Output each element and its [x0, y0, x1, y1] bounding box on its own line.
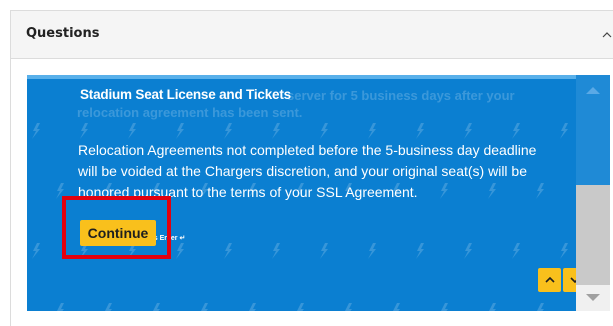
lightning-bolt-icon	[224, 123, 232, 139]
panel-header[interactable]: Questions	[11, 11, 613, 59]
lightning-bolt-icon	[512, 123, 520, 139]
lightning-bolt-icon	[464, 243, 472, 259]
faded-previous-text: server for 5 business days after your	[287, 88, 515, 103]
lightning-bolt-icon	[128, 123, 136, 139]
faded-previous-text-2: relocation agreement has been sent.	[77, 105, 303, 120]
lightning-bolt-icon	[416, 123, 424, 139]
lightning-bolt-icon	[153, 303, 160, 311]
lightning-bolt-icon	[512, 243, 520, 259]
slide-frame: server for 5 business days after your re…	[27, 75, 610, 311]
triangle-down-icon	[586, 294, 600, 301]
slide-title: Stadium Seat License and Tickets	[80, 87, 291, 102]
lightning-bolt-icon	[224, 243, 232, 259]
lightning-bolt-icon	[105, 303, 112, 311]
lightning-bolt-icon	[176, 243, 184, 259]
chevron-up-icon[interactable]	[602, 30, 612, 40]
lightning-bolt-icon	[368, 123, 376, 139]
lightning-bolt-icon	[537, 303, 544, 311]
lightning-bolt-icon	[464, 123, 472, 139]
lightning-bolt-icon	[297, 303, 304, 311]
lightning-bolt-icon	[416, 243, 424, 259]
previous-slide-button[interactable]	[538, 268, 561, 292]
scroll-down-button[interactable]	[576, 285, 610, 311]
lightning-bolt-icon	[57, 303, 64, 311]
continue-button[interactable]: Continue	[80, 220, 156, 246]
lightning-bolt-icon	[201, 303, 208, 311]
chevron-up-icon	[544, 276, 555, 283]
body-line: will be voided at the Chargers discretio…	[78, 163, 527, 179]
slide-scrollbar[interactable]	[576, 75, 610, 311]
lightning-bolt-icon	[441, 303, 448, 311]
lightning-bolt-icon	[32, 243, 40, 259]
lightning-bolt-icon	[176, 123, 184, 139]
body-line: Relocation Agreements not completed befo…	[78, 142, 537, 158]
lightning-bolt-icon	[80, 123, 88, 139]
triangle-up-icon	[586, 87, 600, 94]
lightning-bolt-icon	[272, 123, 280, 139]
lightning-bolt-icon	[320, 123, 328, 139]
scroll-track[interactable]	[576, 105, 610, 185]
lightning-bolt-icon	[32, 123, 40, 139]
lightning-bolt-icon	[393, 303, 400, 311]
lightning-bolt-icon	[249, 303, 256, 311]
slide-body: Relocation Agreements not completed befo…	[78, 140, 538, 203]
lightning-bolt-icon	[272, 243, 280, 259]
lightning-bolt-icon	[368, 243, 376, 259]
scroll-thumb[interactable]	[576, 185, 610, 285]
panel-title: Questions	[26, 26, 100, 41]
lightning-bolt-icon	[489, 303, 496, 311]
lightning-bolt-icon	[560, 123, 568, 139]
lightning-bolt-icon	[320, 243, 328, 259]
lightning-bolt-icon	[560, 243, 568, 259]
lightning-bolt-icon	[345, 303, 352, 311]
scroll-up-button[interactable]	[576, 75, 610, 105]
